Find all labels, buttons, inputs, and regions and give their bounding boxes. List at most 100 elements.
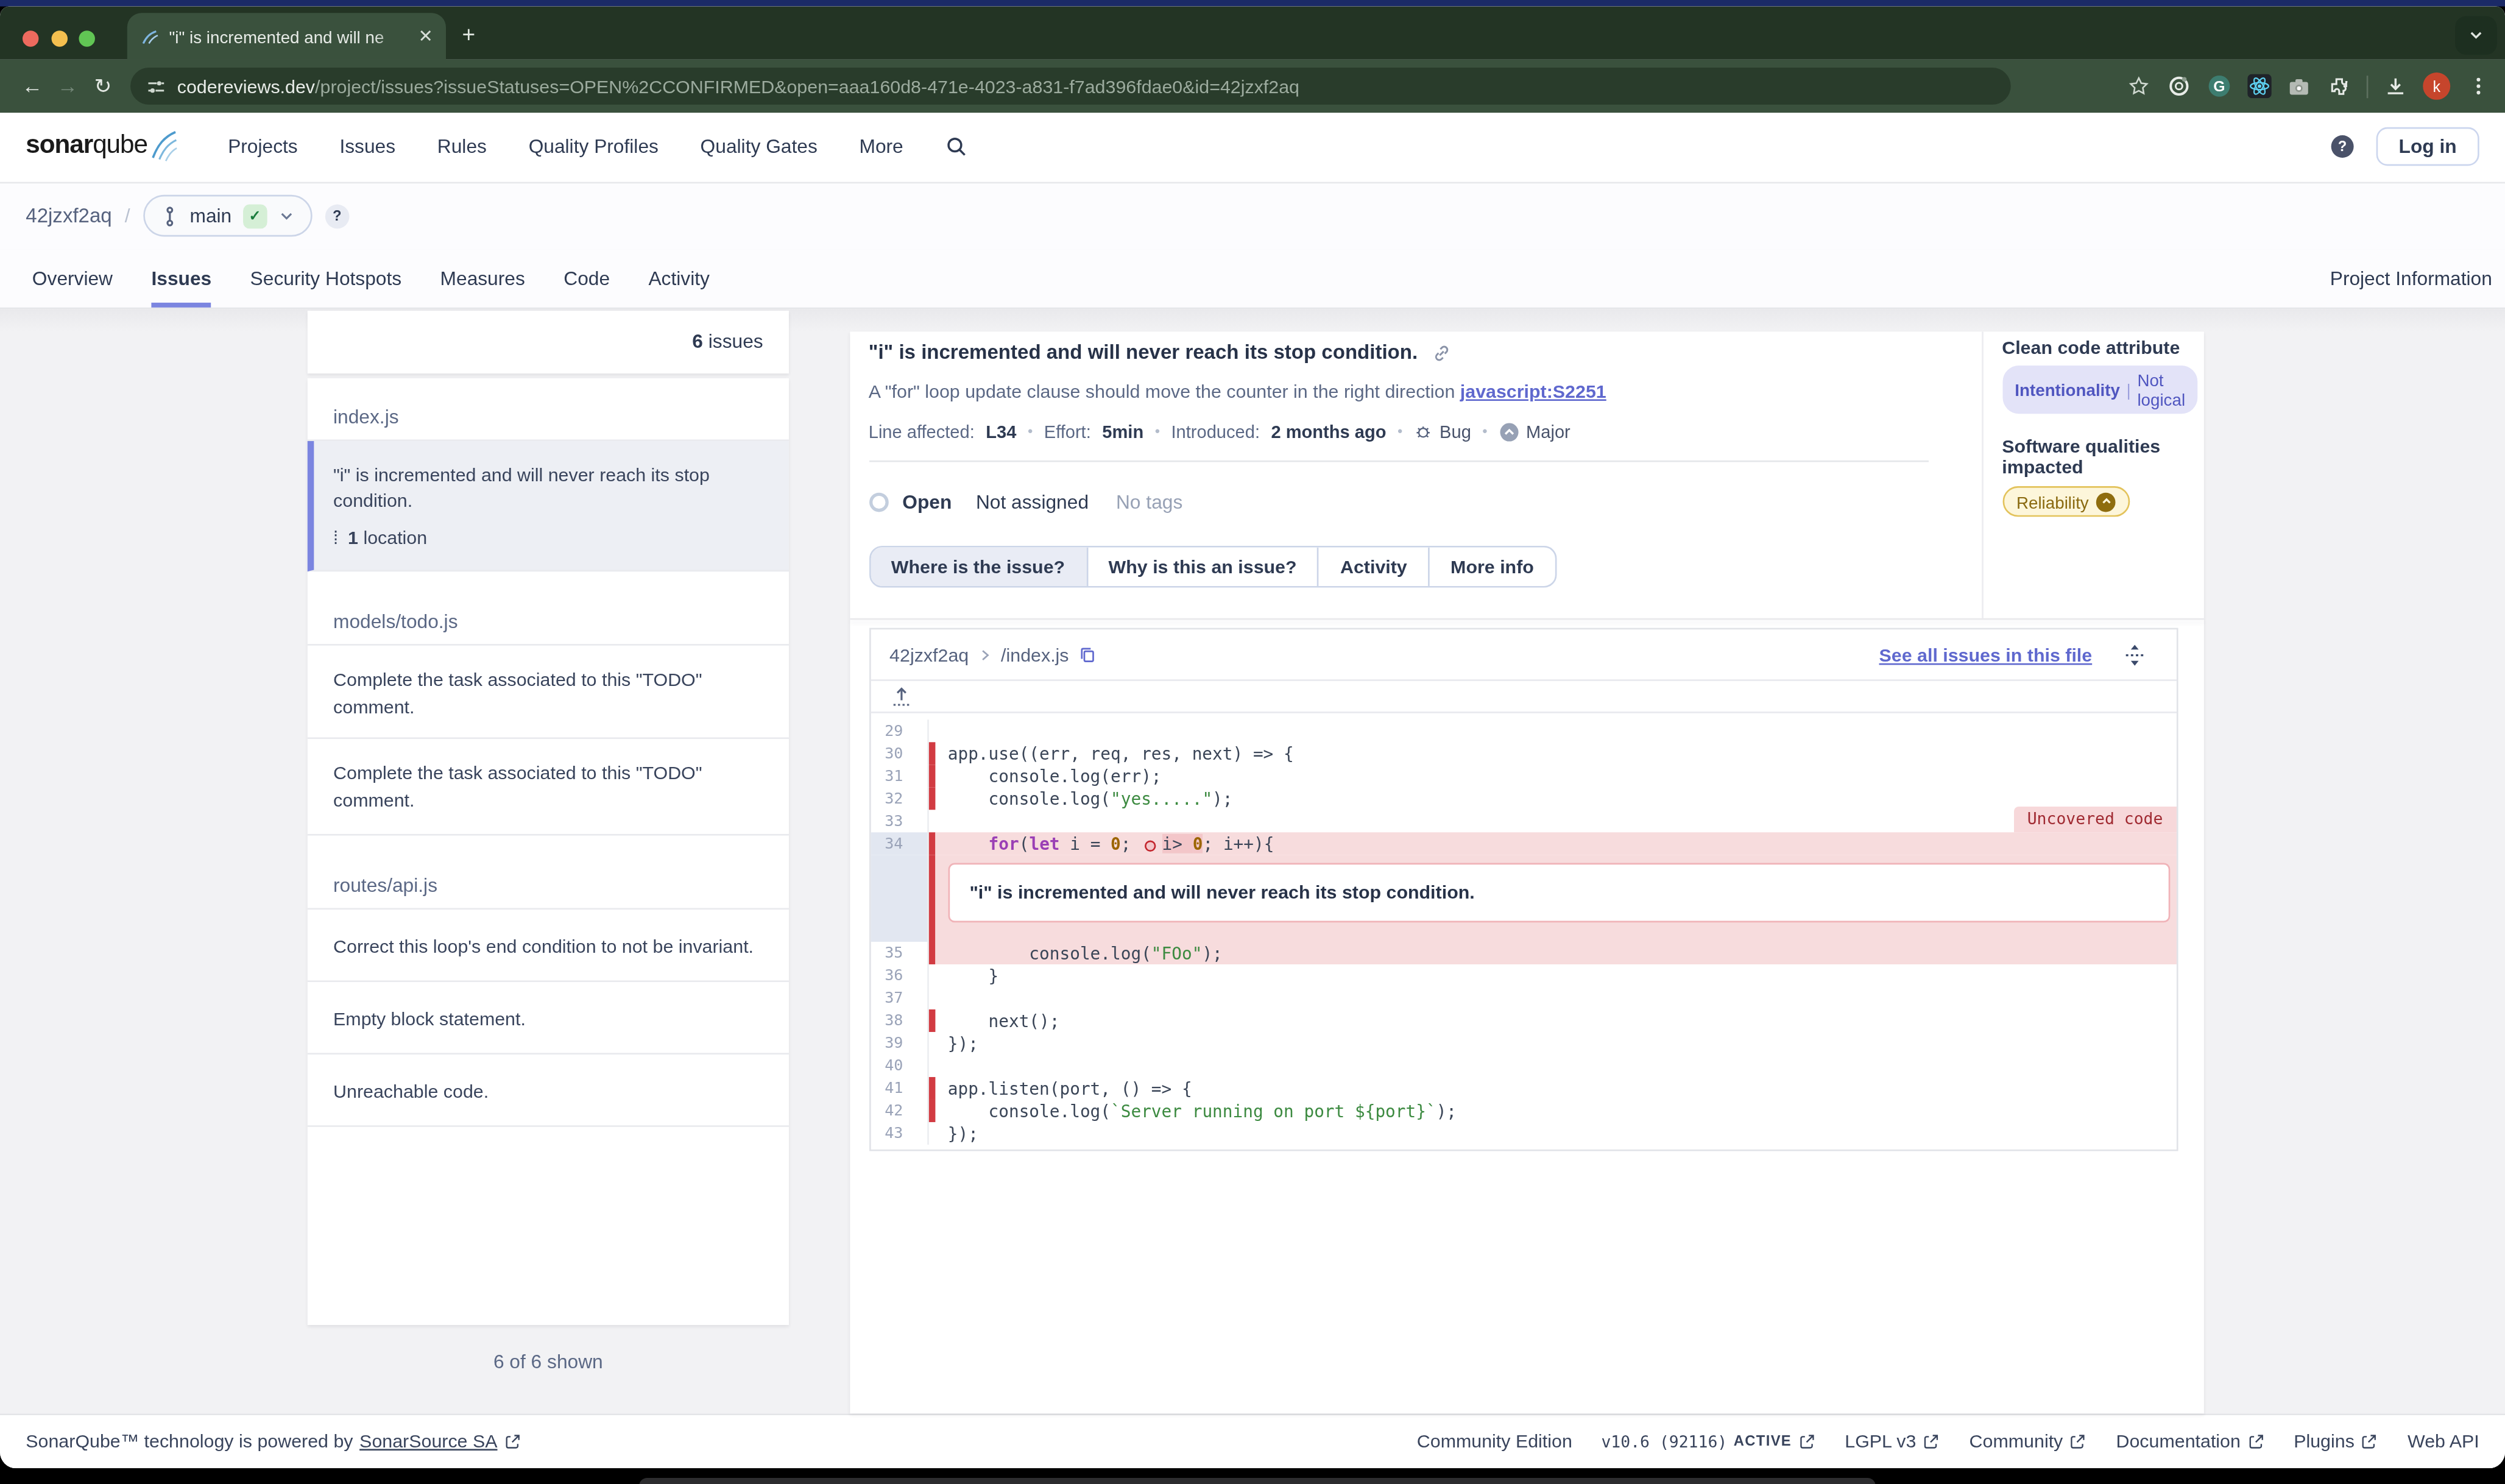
- permalink-icon[interactable]: [1430, 342, 1451, 363]
- expand-lines-row[interactable]: [870, 679, 2175, 713]
- tab-why-is-this-an-issue[interactable]: Why is this an issue?: [1086, 548, 1318, 586]
- sonarqube-logo[interactable]: sonarqube: [26, 131, 176, 163]
- code-line[interactable]: 34 for(let i = 0; i> 0; i++){: [870, 832, 2175, 855]
- footer-plugins-link[interactable]: Plugins: [2294, 1432, 2378, 1451]
- forward-button[interactable]: →: [50, 74, 85, 99]
- issue-status[interactable]: Open: [902, 491, 952, 514]
- see-all-issues-link[interactable]: See all issues in this file: [1879, 645, 2093, 664]
- toolbar-separator: [2367, 75, 2369, 97]
- code-line[interactable]: 31 console.log(err);: [870, 765, 2175, 787]
- nav-issues[interactable]: Issues: [339, 136, 395, 158]
- bookmark-star-icon[interactable]: [2125, 73, 2150, 99]
- issue-assignee[interactable]: Not assigned: [976, 491, 1089, 514]
- nav-quality-gates[interactable]: Quality Gates: [701, 136, 818, 158]
- main-nav: Projects Issues Rules Quality Profiles Q…: [228, 136, 967, 158]
- extension-react-icon[interactable]: [2246, 73, 2272, 99]
- zoom-window-button[interactable]: [79, 30, 94, 46]
- tab-security-hotspots[interactable]: Security Hotspots: [250, 250, 402, 307]
- tab-close-icon[interactable]: ✕: [419, 26, 433, 46]
- tab-activity[interactable]: Activity: [648, 250, 709, 307]
- issue-list-item[interactable]: Empty block statement.: [308, 982, 789, 1055]
- issue-message-box[interactable]: "i" is incremented and will never reach …: [949, 863, 2169, 922]
- code-line[interactable]: 30app.use((err, req, res, next) => {: [870, 742, 2175, 765]
- site-settings-icon[interactable]: [146, 77, 166, 96]
- code-project-key[interactable]: 42jzxf2aq: [889, 645, 969, 664]
- issue-locations[interactable]: ⁞ 1 location: [333, 524, 766, 551]
- code-line[interactable]: 41app.listen(port, () => {: [870, 1077, 2175, 1100]
- issue-list-item[interactable]: Complete the task associated to this "TO…: [308, 646, 789, 739]
- nav-more[interactable]: More: [859, 136, 903, 158]
- tab-code[interactable]: Code: [564, 250, 610, 307]
- code-breadcrumb: 42jzxf2aq /index.js See all issues in th…: [870, 629, 2175, 679]
- login-button[interactable]: Log in: [2376, 127, 2479, 166]
- footer-license-link[interactable]: LGPL v3: [1845, 1432, 1940, 1451]
- code-line[interactable]: 29: [870, 719, 2175, 742]
- issue-list-item-selected[interactable]: "i" is incremented and will never reach …: [308, 440, 789, 571]
- tab-where-is-the-issue[interactable]: Where is the issue?: [870, 548, 1086, 586]
- branch-icon: [161, 206, 178, 227]
- expand-up-icon[interactable]: [891, 686, 911, 707]
- footer-webapi-link[interactable]: Web API: [2408, 1432, 2479, 1451]
- rule-link[interactable]: javascript:S2251: [1460, 381, 1606, 401]
- project-key[interactable]: 42jzxf2aq: [26, 205, 111, 227]
- branch-selector[interactable]: main ✓: [143, 195, 313, 237]
- nav-projects[interactable]: Projects: [228, 136, 298, 158]
- minimize-window-button[interactable]: [51, 30, 66, 46]
- window-controls[interactable]: [23, 30, 95, 46]
- url-text[interactable]: codereviews.dev/project/issues?issueStat…: [177, 77, 1299, 96]
- tab-activity[interactable]: Activity: [1318, 548, 1428, 586]
- branch-help-icon[interactable]: ?: [325, 204, 349, 228]
- address-bar[interactable]: codereviews.dev/project/issues?issueStat…: [130, 68, 2011, 105]
- back-button[interactable]: ←: [15, 74, 50, 99]
- help-icon[interactable]: ?: [2331, 136, 2354, 158]
- status-radio-icon[interactable]: [869, 493, 888, 512]
- issue-list-item[interactable]: Correct this loop's end condition to not…: [308, 910, 789, 982]
- tab-more-info[interactable]: More info: [1428, 548, 1555, 586]
- code-line[interactable]: 42 console.log(`Server running on port $…: [870, 1100, 2175, 1122]
- project-information-link[interactable]: Project Information: [2330, 267, 2492, 289]
- downloads-icon[interactable]: [2383, 73, 2408, 99]
- tab-search-button[interactable]: [2455, 15, 2497, 54]
- footer-version[interactable]: v10.6 (92116) ACTIVE: [1601, 1432, 1815, 1450]
- footer-docs-link[interactable]: Documentation: [2116, 1432, 2264, 1451]
- footer-community-link[interactable]: Community: [1970, 1432, 2087, 1451]
- new-tab-button[interactable]: +: [462, 22, 475, 44]
- extensions-puzzle-icon[interactable]: [2327, 73, 2352, 99]
- code-line[interactable]: 43});: [870, 1122, 2175, 1145]
- browser-tab[interactable]: "i" is incremented and will ne ✕: [127, 13, 446, 60]
- code-file-name[interactable]: /index.js: [1001, 645, 1069, 664]
- tab-overview[interactable]: Overview: [32, 250, 113, 307]
- close-window-button[interactable]: [23, 30, 38, 46]
- code-line[interactable]: 37: [870, 987, 2175, 1009]
- tab-measures[interactable]: Measures: [440, 250, 525, 307]
- reload-button[interactable]: ↻: [85, 74, 121, 99]
- issue-tags[interactable]: No tags: [1116, 491, 1182, 514]
- code-line[interactable]: 33: [870, 810, 2175, 832]
- issue-list-item[interactable]: Complete the task associated to this "TO…: [308, 739, 789, 836]
- code-line[interactable]: 32 console.log("yes.....");: [870, 787, 2175, 810]
- reliability-pill[interactable]: Reliability: [2002, 486, 2130, 517]
- extension-ring-icon[interactable]: [2165, 73, 2191, 99]
- copy-icon[interactable]: [1078, 646, 1096, 663]
- tab-issues[interactable]: Issues: [151, 250, 211, 307]
- sonarqube-favicon-icon: [140, 27, 160, 46]
- breadcrumb-separator: /: [125, 205, 130, 227]
- severity-up-icon: [2097, 492, 2116, 511]
- expand-vertical-icon[interactable]: [2124, 643, 2144, 666]
- extension-g-icon[interactable]: G: [2205, 73, 2231, 99]
- browser-menu-icon[interactable]: [2465, 73, 2490, 99]
- code-line[interactable]: 40: [870, 1055, 2175, 1077]
- nav-rules[interactable]: Rules: [437, 136, 487, 158]
- code-line[interactable]: 35 console.log("FOo");: [870, 942, 2175, 964]
- profile-avatar[interactable]: k: [2423, 72, 2450, 100]
- search-icon[interactable]: [945, 136, 967, 158]
- issue-message: "i" is incremented and will never reach …: [333, 461, 766, 514]
- nav-quality-profiles[interactable]: Quality Profiles: [529, 136, 659, 158]
- code-line[interactable]: 39});: [870, 1032, 2175, 1055]
- code-line[interactable]: 36 }: [870, 964, 2175, 987]
- clean-code-attribute-pill[interactable]: Intentionality|Not logical: [2002, 366, 2198, 414]
- extension-camera-icon[interactable]: [2286, 73, 2312, 99]
- sonarsource-link[interactable]: SonarSource SA: [359, 1432, 497, 1451]
- code-line[interactable]: 38 next();: [870, 1009, 2175, 1032]
- issue-list-item[interactable]: Unreachable code.: [308, 1055, 789, 1127]
